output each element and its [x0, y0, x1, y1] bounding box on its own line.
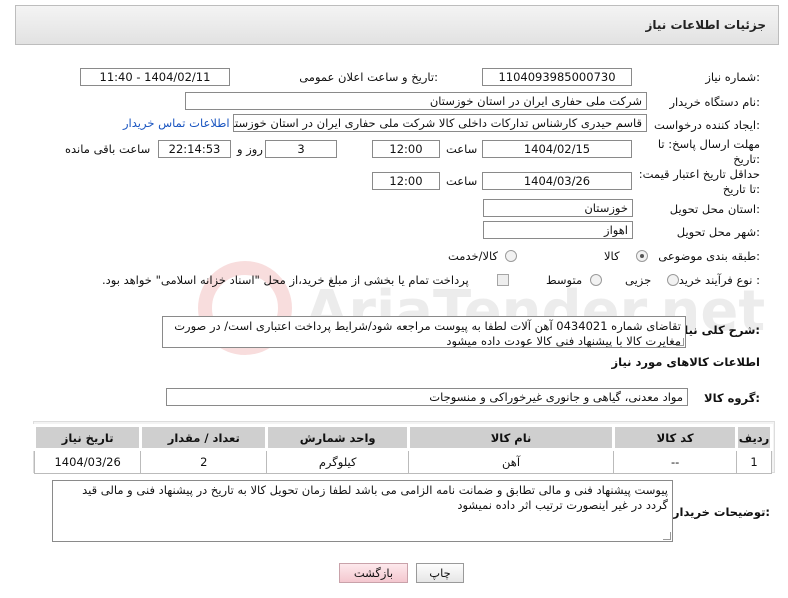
purchase-process-label: نوع فرآیند خرید :: [678, 273, 760, 287]
remaining-time-field: 22:14:53: [158, 140, 231, 158]
watermark-logo: AriaTender.net: [198, 261, 765, 355]
back-button[interactable]: بازگشت: [339, 563, 408, 583]
resize-grip-icon[interactable]: [663, 532, 671, 540]
buyer-notes-line-2: گردد در غیر اینصورت ترتیب اثر داده نمیشو…: [457, 498, 668, 512]
requester-field: قاسم حیدری کارشناس تدارکات داخلی کالا شر…: [233, 114, 647, 132]
process-partial-label: جزیی: [625, 273, 652, 287]
buyer-notes-line-1: پیوست پیشنهاد فنی و مالی تطابق و ضمانت ن…: [82, 483, 668, 497]
cell-unit: کیلوگرم: [266, 449, 409, 474]
price-validity-date: 1404/03/26: [482, 172, 632, 190]
header-need-date: تاریخ نیاز: [32, 424, 143, 451]
need-number-label: شماره نیاز:: [705, 70, 760, 84]
cell-need-date: 1404/03/26: [33, 449, 142, 474]
page-title: جزئیات اطلاعات نیاز: [645, 18, 766, 32]
header-item-code: کد کالا: [612, 424, 739, 451]
buyer-notes-label: توضیحات خریدار:: [672, 505, 770, 519]
table-header-row: ردیف کد کالا نام کالا واحد شمارش تعداد /…: [32, 424, 773, 451]
cell-item-name: آهن: [407, 449, 615, 474]
resize-grip-icon[interactable]: [676, 338, 684, 346]
cell-quantity: 2: [140, 449, 268, 474]
need-number-field: 1104093985000730: [482, 68, 632, 86]
remaining-time-label: ساعت باقی مانده: [65, 142, 151, 156]
announce-datetime-field: 1404/02/11 - 11:40: [80, 68, 230, 86]
buyer-notes-textarea[interactable]: پیوست پیشنهاد فنی و مالی تطابق و ضمانت ن…: [52, 480, 673, 542]
reply-deadline-time: 12:00: [372, 140, 440, 158]
header-item-name: نام کالا: [406, 424, 616, 451]
description-label: شرح کلی نیاز:: [677, 323, 760, 337]
price-time-label: ساعت: [446, 174, 478, 188]
days-label: روز و: [237, 142, 263, 156]
goods-group-label: گروه کالا:: [704, 391, 760, 405]
cell-item-code: --: [613, 449, 738, 474]
category-goods-label: کالا: [604, 249, 620, 263]
buyer-contact-link[interactable]: اطلاعات تماس خریدار: [123, 116, 230, 130]
description-line-1: تقاضای شماره 0434021 آهن آلات لطفا به پی…: [174, 319, 681, 333]
goods-group-field: مواد معدنی، گیاهی و جانوری غیرخوراکی و م…: [166, 388, 688, 406]
process-partial-radio[interactable]: [667, 274, 679, 286]
delivery-province-label: استان محل تحویل:: [669, 202, 760, 216]
header-panel: جزئیات اطلاعات نیاز: [15, 5, 779, 45]
reply-time-label: ساعت: [446, 142, 478, 156]
items-table: ردیف کد کالا نام کالا واحد شمارش تعداد /…: [32, 424, 773, 474]
buyer-org-label: نام دستگاه خریدار:: [669, 95, 760, 109]
delivery-province-field: خوزستان: [483, 199, 633, 217]
delivery-city-label: شهر محل تحویل:: [676, 225, 760, 239]
days-remaining-field: 3: [265, 140, 337, 158]
description-line-2: مغایرت کالا با پیشنهاد فنی کالا عودت داد…: [446, 334, 681, 348]
reply-deadline-label: مهلت ارسال پاسخ: تا تاریخ:: [657, 137, 760, 166]
delivery-city-field: اهواز: [483, 221, 633, 239]
process-medium-radio[interactable]: [590, 274, 602, 286]
price-validity-time: 12:00: [372, 172, 440, 190]
category-goods-radio[interactable]: [636, 250, 648, 262]
description-textarea[interactable]: تقاضای شماره 0434021 آهن آلات لطفا به پی…: [162, 316, 686, 348]
process-medium-label: متوسط: [546, 273, 583, 287]
reply-deadline-date: 1404/02/15: [482, 140, 632, 158]
items-section-title: اطلاعات کالاهای مورد نیاز: [611, 355, 760, 369]
cell-row-number: 1: [736, 449, 772, 474]
print-button[interactable]: چاپ: [416, 563, 464, 583]
category-label: طبقه بندی موضوعی:: [658, 249, 760, 263]
price-validity-label: حداقل تاریخ اعتبار قیمت: تا تاریخ:: [638, 167, 760, 196]
requester-label: ایجاد کننده درخواست:: [654, 118, 760, 132]
announce-datetime-label: تاریخ و ساعت اعلان عمومی:: [299, 70, 438, 84]
category-goods-service-radio[interactable]: [505, 250, 517, 262]
treasury-payment-note: پرداخت تمام یا بخشی از مبلغ خرید،از محل …: [102, 273, 469, 287]
category-goods-service-label: کالا/خدمت: [448, 249, 499, 263]
header-quantity: تعداد / مقدار: [139, 424, 269, 451]
table-row[interactable]: 1 -- آهن کیلوگرم 2 1404/03/26: [33, 449, 772, 474]
header-unit: واحد شمارش: [265, 424, 410, 451]
header-row-number: ردیف: [735, 424, 773, 451]
buyer-org-field: شرکت ملی حفاری ایران در استان خوزستان: [185, 92, 647, 110]
treasury-payment-checkbox[interactable]: [497, 274, 509, 286]
